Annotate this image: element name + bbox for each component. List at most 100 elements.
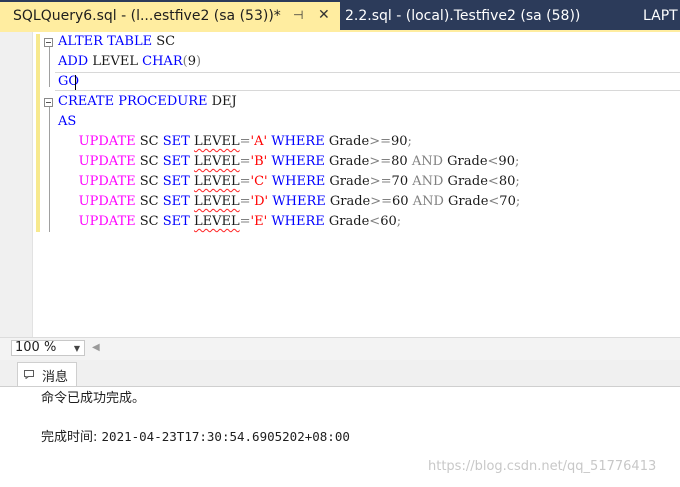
code-token: Grade xyxy=(443,174,488,189)
code-line[interactable]: UPDATE SC SET LEVEL='B' WHERE Grade>=80 … xyxy=(58,152,520,172)
code-token: LEVEL xyxy=(193,174,240,189)
code-line[interactable]: UPDATE SC SET LEVEL='E' WHERE Grade<60; xyxy=(58,212,401,232)
code-token: WHERE xyxy=(271,174,326,189)
code-line[interactable]: ADD LEVEL CHAR(9) xyxy=(58,52,201,72)
pin-icon[interactable]: ⊣ xyxy=(293,8,303,22)
code-token: LEVEL xyxy=(193,194,240,209)
code-token: PROCEDURE xyxy=(118,94,208,109)
tab-messages[interactable]: 消息 xyxy=(17,362,77,386)
editor-zoom-bar: 100 % ▼ ◀ xyxy=(0,337,680,361)
code-token: AS xyxy=(58,114,77,129)
code-token: SET xyxy=(162,134,190,149)
code-token: UPDATE xyxy=(78,154,136,169)
code-token: LEVEL xyxy=(193,154,240,169)
collapse-icon[interactable] xyxy=(44,98,53,107)
code-token: < xyxy=(487,174,499,189)
code-token: Grade xyxy=(324,214,370,229)
code-token: >= xyxy=(369,174,392,189)
code-line[interactable]: UPDATE SC SET LEVEL='A' WHERE Grade>=90; xyxy=(58,132,412,152)
code-token: 9 xyxy=(187,54,196,69)
code-token: Grade xyxy=(324,134,370,149)
code-token: SC xyxy=(135,214,163,229)
code-line[interactable]: ALTER TABLE SC xyxy=(58,32,175,52)
code-token: LEVEL xyxy=(88,54,143,69)
code-token: UPDATE xyxy=(78,134,136,149)
code-token: Grade xyxy=(325,174,370,189)
code-token: ) xyxy=(195,54,202,69)
code-line[interactable]: CREATE PROCEDURE DEJ xyxy=(58,92,237,112)
code-token: = xyxy=(239,194,251,209)
code-token: SC xyxy=(152,34,176,49)
code-token: Grade xyxy=(324,154,370,169)
code-token: < xyxy=(488,194,500,209)
code-token: UPDATE xyxy=(78,174,136,189)
messages-tab-label: 消息 xyxy=(42,370,69,385)
code-token: ; xyxy=(515,174,520,189)
code-line[interactable]: UPDATE SC SET LEVEL='D' WHERE Grade>=60 … xyxy=(58,192,521,212)
completion-time-value: 2021-04-23T17:30:54.6905202+08:00 xyxy=(101,429,350,444)
outline-guide xyxy=(49,105,50,232)
results-tab-strip: 消息 xyxy=(0,360,680,387)
code-token: SC xyxy=(135,154,163,169)
code-token: = xyxy=(239,134,251,149)
code-line[interactable]: AS xyxy=(58,112,76,132)
code-token: WHERE xyxy=(271,154,325,169)
code-token: AND xyxy=(411,154,444,169)
code-token: TABLE xyxy=(107,34,153,49)
code-token: WHERE xyxy=(271,214,325,229)
code-token: ADD xyxy=(58,54,89,69)
tab-title: SQLQuery6.sql - (l...estfive2 (sa (53))* xyxy=(13,8,281,24)
query-editor[interactable]: ALTER TABLE SC ADD LEVEL CHAR(9) GO CREATE … xyxy=(0,32,680,337)
code-token: >= xyxy=(370,194,393,209)
outline-guide xyxy=(49,45,50,87)
current-line-highlight xyxy=(55,72,680,91)
scroll-left-icon[interactable]: ◀ xyxy=(92,342,100,353)
code-token: SC xyxy=(135,134,163,149)
tab-sqlquery6[interactable]: SQLQuery6.sql - (l...estfive2 (sa (53))*… xyxy=(0,2,340,30)
tab-2-2-sql[interactable]: 2.2.sql - (local).Testfive2 (sa (58)) xyxy=(345,8,580,24)
code-token: DEJ xyxy=(207,94,237,109)
tab-lapt[interactable]: LAPT xyxy=(643,8,678,24)
text-caret xyxy=(75,75,76,90)
watermark: https://blog.csdn.net/qq_51776413 xyxy=(428,459,657,474)
code-token: ; xyxy=(515,194,521,209)
code-token: CHAR xyxy=(142,54,183,69)
code-token: Grade xyxy=(443,194,489,209)
code-token: = xyxy=(239,214,251,229)
code-token: AND xyxy=(412,194,444,209)
code-token: 'E' xyxy=(250,214,268,229)
code-token: 80 xyxy=(498,174,516,189)
zoom-dropdown[interactable]: 100 % ▼ xyxy=(11,340,85,356)
code-token: Grade xyxy=(325,194,371,209)
code-token: UPDATE xyxy=(78,194,136,209)
code-token: UPDATE xyxy=(78,214,136,229)
code-token: >= xyxy=(369,154,392,169)
code-token: ; xyxy=(407,134,412,149)
code-token: 70 xyxy=(391,174,413,189)
code-token: 'D' xyxy=(250,194,269,209)
code-token: ; xyxy=(396,214,402,229)
chevron-down-icon[interactable]: ▼ xyxy=(74,342,80,356)
code-token: < xyxy=(487,154,499,169)
line-gutter xyxy=(0,32,33,337)
code-token: SET xyxy=(162,174,190,189)
code-token: 80 xyxy=(391,154,412,169)
code-token: ALTER xyxy=(58,34,103,49)
code-token: AND xyxy=(412,174,444,189)
code-token: 'C' xyxy=(250,174,268,189)
code-token: 70 xyxy=(499,194,516,209)
code-token: LEVEL xyxy=(193,134,240,149)
close-icon[interactable]: ✕ xyxy=(318,7,330,23)
code-token: < xyxy=(369,214,381,229)
code-token: WHERE xyxy=(272,194,326,209)
code-line[interactable]: UPDATE SC SET LEVEL='C' WHERE Grade>=70 … xyxy=(58,172,520,192)
code-token: = xyxy=(239,174,251,189)
code-token: 90 xyxy=(498,154,515,169)
code-token: 60 xyxy=(380,214,397,229)
collapse-icon[interactable] xyxy=(44,38,53,47)
code-token: 60 xyxy=(392,194,413,209)
